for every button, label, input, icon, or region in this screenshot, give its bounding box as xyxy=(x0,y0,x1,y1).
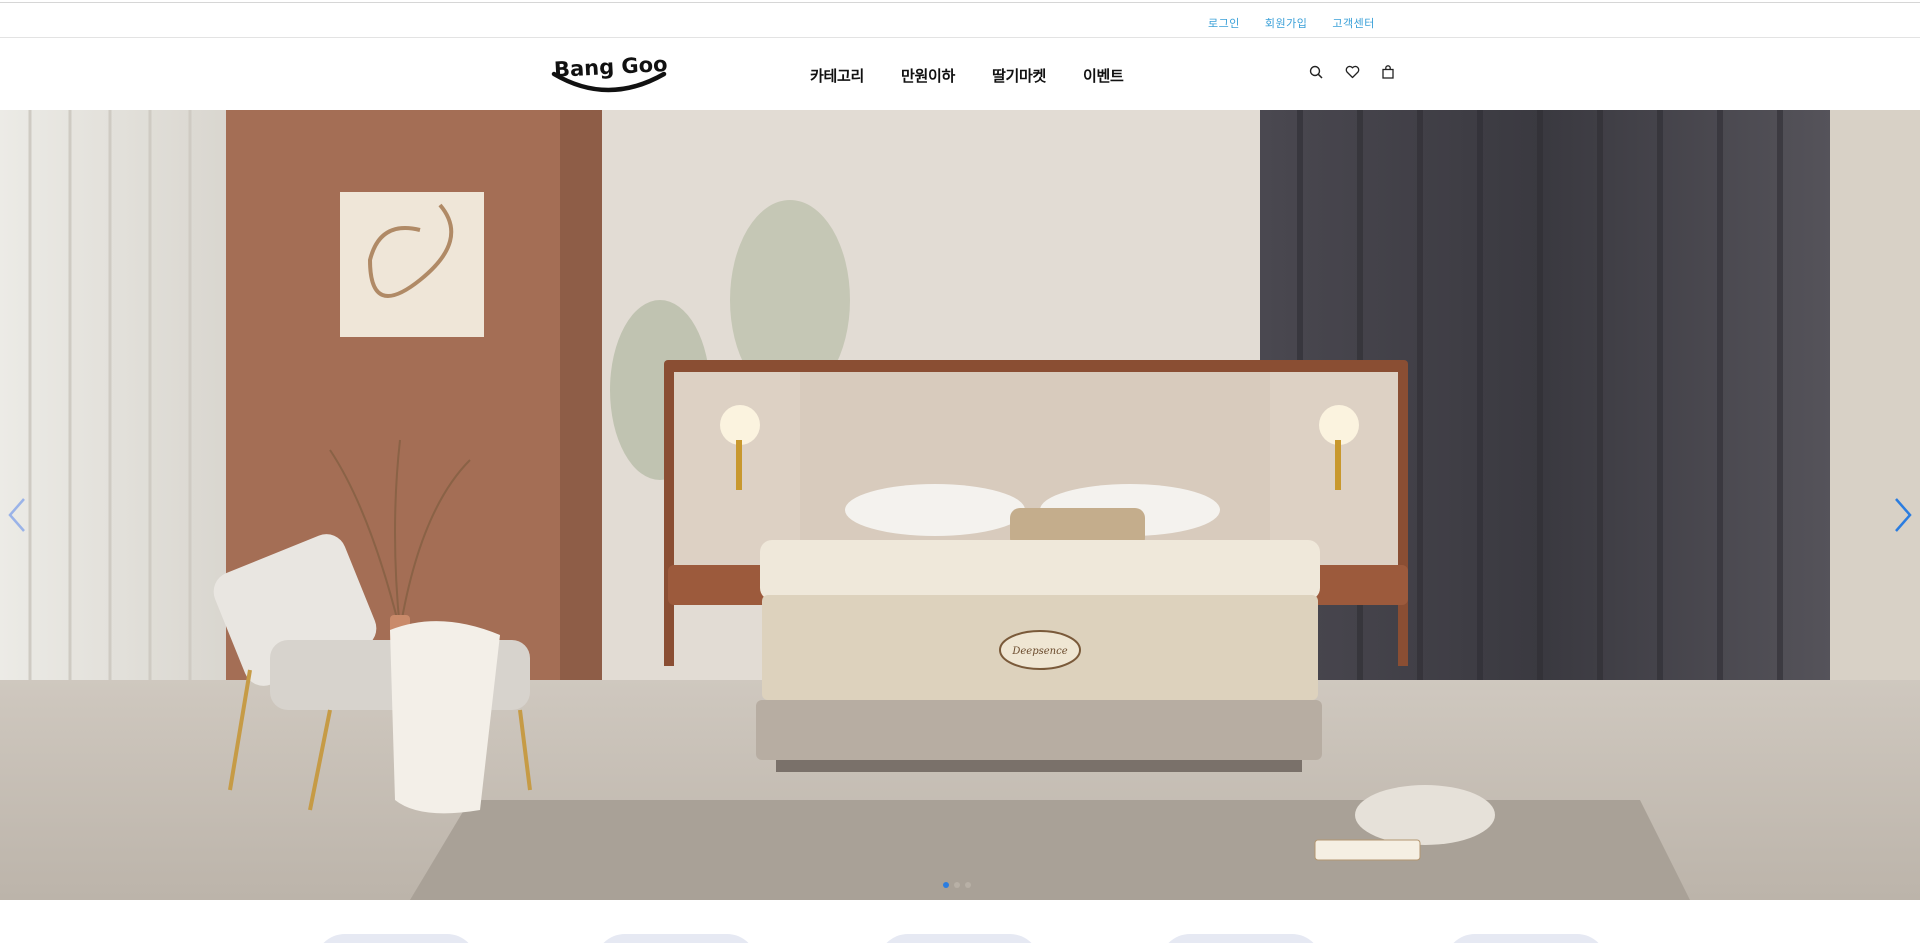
chevron-left-icon xyxy=(8,498,25,532)
pagination-dot-3[interactable] xyxy=(965,882,971,888)
category-card-1[interactable] xyxy=(315,934,477,943)
category-cards-row xyxy=(0,900,1920,943)
hero-next-arrow[interactable] xyxy=(1888,485,1918,545)
utility-bar: 로그인 회원가입 고객센터 xyxy=(0,3,1920,38)
header-icons xyxy=(1307,63,1397,81)
pagination-dot-1[interactable] xyxy=(943,882,949,888)
category-card-2[interactable] xyxy=(595,934,757,943)
main-header: Bang Good 카테고리 만원이하 딸기마켓 이벤트 xyxy=(0,38,1920,110)
nav-item-event[interactable]: 이벤트 xyxy=(1083,65,1124,86)
nav-item-category[interactable]: 카테고리 xyxy=(810,65,864,86)
hero-banner[interactable]: Deepsence xyxy=(0,110,1920,900)
customer-center-link[interactable]: 고객센터 xyxy=(1332,15,1374,31)
search-icon[interactable] xyxy=(1307,63,1325,81)
shopping-bag-icon[interactable] xyxy=(1379,63,1397,81)
nav-item-strawberry-market[interactable]: 딸기마켓 xyxy=(992,65,1046,86)
mattress-label: Deepsence xyxy=(1011,646,1067,657)
chevron-right-icon xyxy=(1895,498,1912,532)
category-card-5[interactable] xyxy=(1445,934,1607,943)
utility-links: 로그인 회원가입 고객센터 xyxy=(1208,15,1375,31)
hero-prev-arrow[interactable] xyxy=(2,485,32,545)
site-logo[interactable]: Bang Good xyxy=(550,48,683,100)
nav-item-under-10000[interactable]: 만원이하 xyxy=(901,65,955,86)
signup-link[interactable]: 회원가입 xyxy=(1265,15,1307,31)
hero-pagination xyxy=(943,882,971,888)
bedroom-scene-image: Deepsence xyxy=(0,110,1920,900)
category-card-4[interactable] xyxy=(1160,934,1322,943)
login-link[interactable]: 로그인 xyxy=(1208,15,1240,31)
main-nav: 카테고리 만원이하 딸기마켓 이벤트 xyxy=(810,65,1161,86)
logo-mark: Bang Good xyxy=(551,51,683,93)
pagination-dot-2[interactable] xyxy=(954,882,960,888)
category-card-3[interactable] xyxy=(878,934,1040,943)
svg-text:Bang Good: Bang Good xyxy=(553,51,668,82)
heart-icon[interactable] xyxy=(1343,63,1361,81)
